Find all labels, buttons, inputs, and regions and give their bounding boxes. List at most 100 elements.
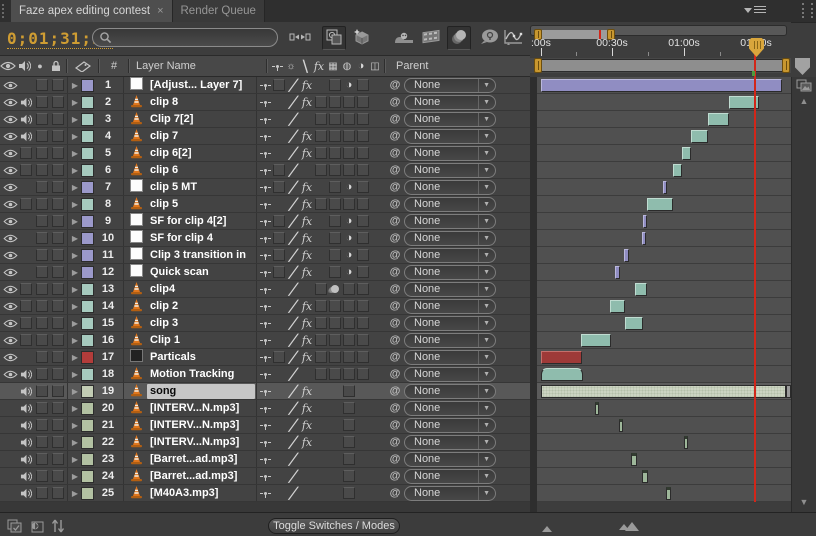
layer-switch[interactable]: [258, 111, 272, 127]
layer-row[interactable]: ▶ 11 Clip 3 transition in ╱ fx ◑ @ None ▼: [0, 247, 530, 264]
layer-row[interactable]: ▶ 6 clip 6 ╱ @ None ▼: [0, 162, 530, 179]
layer-switch[interactable]: ╱: [286, 400, 300, 416]
layer-switch[interactable]: [356, 366, 370, 382]
layer-switch[interactable]: [314, 332, 328, 348]
label-color-swatch[interactable]: [81, 452, 94, 466]
label-color-swatch[interactable]: [81, 197, 94, 211]
layer-switch[interactable]: ╱: [286, 281, 300, 297]
layer-row[interactable]: ▶ 9 SF for clip 4[2] ╱ fx ◑ @ None ▼: [0, 213, 530, 230]
solo-toggle[interactable]: [34, 213, 50, 230]
motion-blur-button[interactable]: [447, 26, 471, 50]
expand-layer-switches-pane-icon[interactable]: [5, 518, 23, 533]
layer-switch[interactable]: fx: [300, 349, 314, 365]
layer-switch[interactable]: [328, 417, 342, 433]
expand-triangle-icon[interactable]: ▶: [69, 404, 81, 413]
video-toggle[interactable]: [2, 213, 18, 230]
video-toggle[interactable]: [2, 145, 18, 162]
layer-switch[interactable]: [328, 247, 342, 263]
audio-toggle[interactable]: [18, 111, 34, 128]
layer-switch[interactable]: [342, 400, 356, 416]
layer-duration-bar[interactable]: [642, 470, 648, 483]
layer-switch[interactable]: [328, 400, 342, 416]
label-color-swatch[interactable]: [81, 265, 94, 279]
layer-name[interactable]: SF for clip 4[2]: [147, 214, 255, 229]
layer-switch[interactable]: [314, 383, 328, 399]
expand-triangle-icon[interactable]: ▶: [69, 251, 81, 260]
layer-row[interactable]: ▶ 17 Particals ╱ fx @ None ▼: [0, 349, 530, 366]
layer-switch[interactable]: fx: [300, 196, 314, 212]
audio-toggle[interactable]: [18, 247, 34, 264]
expand-triangle-icon[interactable]: ▶: [69, 217, 81, 226]
parent-dropdown[interactable]: None ▼: [404, 366, 496, 382]
layer-switch[interactable]: [300, 485, 314, 501]
lock-toggle[interactable]: [50, 451, 66, 468]
parent-dropdown[interactable]: None ▼: [404, 128, 496, 144]
layer-switch[interactable]: fx: [300, 213, 314, 229]
frame-blending-button[interactable]: [419, 26, 443, 50]
layer-switch[interactable]: ◑: [342, 230, 356, 246]
layer-switch[interactable]: ╱: [286, 485, 300, 501]
video-column-header[interactable]: [0, 58, 16, 75]
lock-toggle[interactable]: [50, 145, 66, 162]
panel-drag-grip-icon[interactable]: [802, 3, 813, 18]
layer-duration-bar[interactable]: [541, 385, 786, 398]
layer-switch[interactable]: fx: [300, 315, 314, 331]
layer-switch[interactable]: ╱: [286, 111, 300, 127]
layer-switch[interactable]: ╱: [286, 332, 300, 348]
parent-dropdown[interactable]: None ▼: [404, 298, 496, 314]
layer-switch[interactable]: [328, 128, 342, 144]
label-color-swatch[interactable]: [81, 333, 94, 347]
timeline-graph-area[interactable]: [537, 77, 791, 502]
effects-column-header[interactable]: fx: [312, 58, 326, 74]
parent-column-header[interactable]: Parent: [388, 60, 428, 72]
layer-switch[interactable]: [356, 179, 370, 195]
layer-switch[interactable]: [272, 213, 286, 229]
solo-toggle[interactable]: [34, 315, 50, 332]
layer-switch[interactable]: [300, 111, 314, 127]
solo-toggle[interactable]: [34, 366, 50, 383]
layer-switch[interactable]: [314, 145, 328, 161]
layer-row[interactable]: ▶ 5 clip 6[2] ╱ fx @ None ▼: [0, 145, 530, 162]
audio-toggle[interactable]: [18, 400, 34, 417]
audio-toggle[interactable]: [18, 434, 34, 451]
layer-switch[interactable]: [328, 451, 342, 467]
parent-pickwhip-icon[interactable]: @: [386, 300, 404, 312]
work-area-start-handle[interactable]: [534, 58, 542, 73]
label-color-swatch[interactable]: [81, 129, 94, 143]
layer-name[interactable]: [Barret...ad.mp3]: [147, 469, 255, 484]
layer-switch[interactable]: [342, 434, 356, 450]
lock-toggle[interactable]: [50, 332, 66, 349]
parent-dropdown[interactable]: None ▼: [404, 111, 496, 127]
layer-switch[interactable]: [356, 145, 370, 161]
lock-toggle[interactable]: [50, 349, 66, 366]
label-color-swatch[interactable]: [81, 214, 94, 228]
layer-duration-bar[interactable]: [541, 368, 583, 381]
layer-duration-bar[interactable]: [708, 113, 729, 126]
layer-switch[interactable]: [300, 451, 314, 467]
layer-switch[interactable]: [342, 145, 356, 161]
adjustment-column-header[interactable]: ◑: [354, 58, 368, 74]
audio-toggle[interactable]: [18, 349, 34, 366]
label-color-swatch[interactable]: [81, 180, 94, 194]
layer-switch[interactable]: [328, 349, 342, 365]
layer-switch[interactable]: [258, 247, 272, 263]
parent-pickwhip-icon[interactable]: @: [386, 368, 404, 380]
layer-switch[interactable]: [258, 77, 272, 93]
layer-name[interactable]: clip 5: [147, 197, 255, 212]
lock-toggle[interactable]: [50, 77, 66, 94]
layer-switch[interactable]: fx: [300, 383, 314, 399]
layer-switch[interactable]: [314, 366, 328, 382]
layer-row[interactable]: ▶ 23 [Barret...ad.mp3] ╱ @ None ▼: [0, 451, 530, 468]
layer-switch[interactable]: ╱: [286, 162, 300, 178]
expand-triangle-icon[interactable]: ▶: [69, 149, 81, 158]
parent-pickwhip-icon[interactable]: @: [386, 164, 404, 176]
lock-toggle[interactable]: [50, 264, 66, 281]
layer-switch[interactable]: fx: [300, 145, 314, 161]
audio-toggle[interactable]: [18, 128, 34, 145]
parent-dropdown[interactable]: None ▼: [404, 434, 496, 450]
layer-switch[interactable]: [342, 332, 356, 348]
layer-switch[interactable]: [342, 298, 356, 314]
layer-duration-bar[interactable]: [541, 79, 782, 92]
zoom-out-icon[interactable]: [538, 521, 556, 536]
layer-switch[interactable]: [342, 349, 356, 365]
